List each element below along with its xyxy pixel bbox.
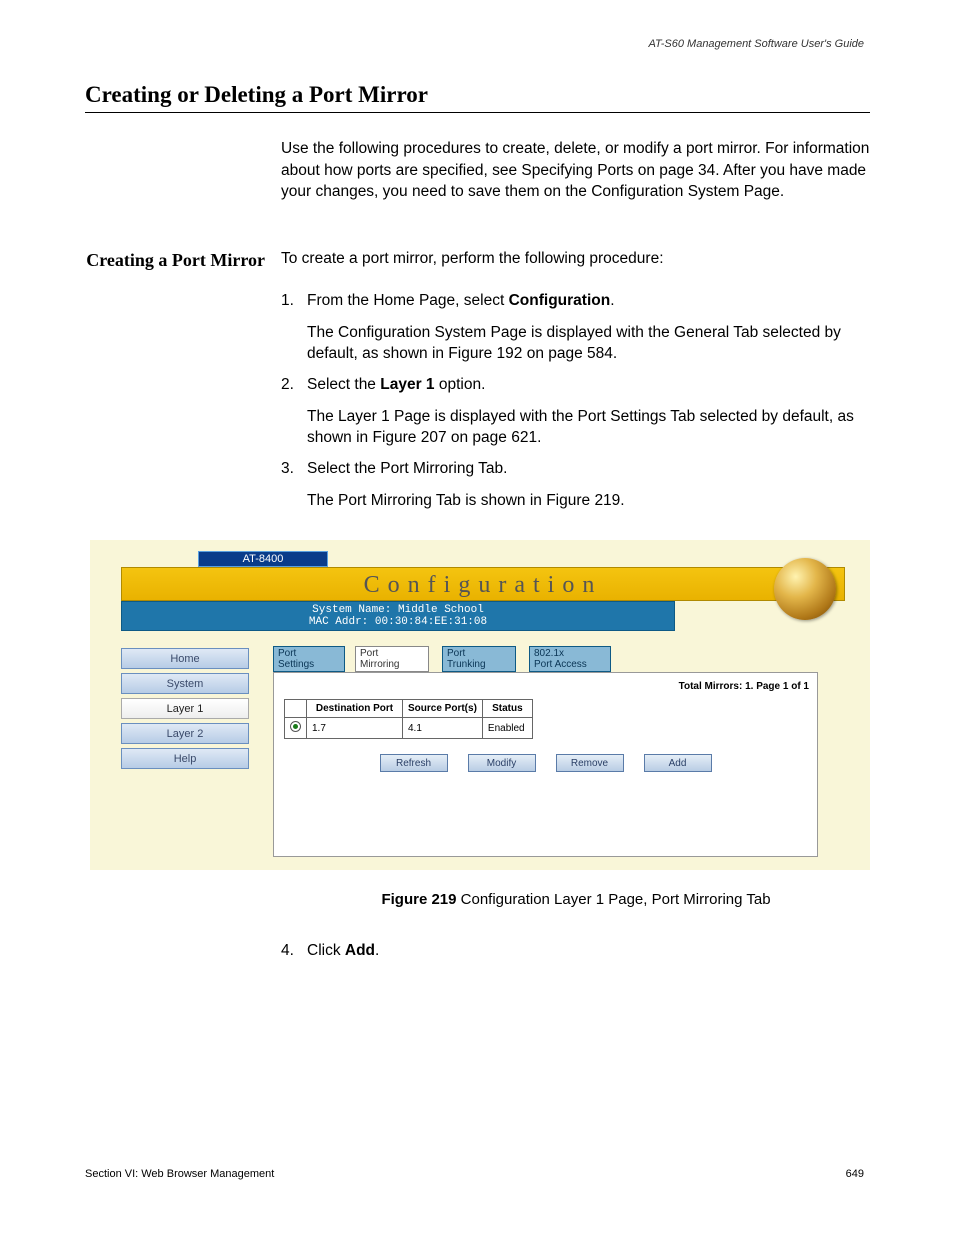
figure-caption: Figure 219 Configuration Layer 1 Page, P… bbox=[281, 891, 871, 908]
page-title: Configuration bbox=[364, 572, 603, 598]
tab-port-mirroring[interactable]: PortMirroring bbox=[355, 646, 429, 672]
footer-section: Section VI: Web Browser Management bbox=[85, 1168, 274, 1180]
tab-port-settings[interactable]: PortSettings bbox=[273, 646, 345, 672]
mac-address: MAC Addr: 00:30:84:EE:31:08 bbox=[122, 616, 674, 628]
add-button[interactable]: Add bbox=[644, 754, 712, 772]
row-source: 4.1 bbox=[403, 718, 483, 739]
figure-number: Figure 219 bbox=[381, 891, 456, 908]
tab-port-trunking[interactable]: PortTrunking bbox=[442, 646, 516, 672]
row-destination: 1.7 bbox=[307, 718, 403, 739]
step-number: 4. bbox=[281, 942, 294, 960]
step-followup: The Configuration System Page is display… bbox=[307, 322, 871, 365]
th-status: Status bbox=[482, 700, 532, 718]
row-radio-cell[interactable] bbox=[285, 718, 307, 739]
table-header-row: Destination Port Source Port(s) Status bbox=[285, 700, 533, 718]
system-info-bar: System Name: Middle School MAC Addr: 00:… bbox=[121, 601, 675, 631]
nav-help[interactable]: Help bbox=[121, 748, 249, 769]
mirror-totals: Total Mirrors: 1. Page 1 of 1 bbox=[679, 681, 809, 692]
step-bold: Configuration bbox=[509, 292, 611, 309]
nav-home[interactable]: Home bbox=[121, 648, 249, 669]
remove-button[interactable]: Remove bbox=[556, 754, 624, 772]
nav-layer2[interactable]: Layer 2 bbox=[121, 723, 249, 744]
page-title-bar: Configuration bbox=[121, 567, 845, 601]
th-source: Source Port(s) bbox=[403, 700, 483, 718]
step-4: 4. Click Add. bbox=[281, 942, 871, 960]
step-number: 3. bbox=[281, 458, 294, 480]
step-3: 3. Select the Port Mirroring Tab. The Po… bbox=[281, 458, 871, 511]
th-select bbox=[285, 700, 307, 718]
modify-button[interactable]: Modify bbox=[468, 754, 536, 772]
intro-paragraph: Use the following procedures to create, … bbox=[281, 138, 871, 203]
device-model-tab: AT-8400 bbox=[198, 551, 328, 567]
figure-219: AT-8400 Configuration System Name: Middl… bbox=[90, 540, 870, 870]
tabs-row: PortSettings PortMirroring PortTrunking … bbox=[273, 646, 818, 672]
th-destination: Destination Port bbox=[307, 700, 403, 718]
heading-rule bbox=[85, 112, 870, 113]
procedure-intro: To create a port mirror, perform the fol… bbox=[281, 248, 871, 270]
table-row: 1.7 4.1 Enabled bbox=[285, 718, 533, 739]
tab-8021x[interactable]: 802.1xPort Access bbox=[529, 646, 611, 672]
step-bold: Add bbox=[345, 942, 375, 959]
step-bold: Layer 1 bbox=[380, 376, 434, 393]
footer-page-number: 649 bbox=[846, 1168, 864, 1180]
mirror-table: Destination Port Source Port(s) Status 1… bbox=[284, 699, 533, 739]
step-text: Select the bbox=[307, 376, 380, 393]
step-text-tail: . bbox=[375, 942, 379, 959]
step-text-tail: . bbox=[610, 292, 614, 309]
globe-logo-icon bbox=[774, 558, 836, 620]
guide-title-header: AT-S60 Management Software User's Guide bbox=[649, 38, 864, 50]
side-navigation: Home System Layer 1 Layer 2 Help bbox=[121, 648, 249, 773]
step-text: From the Home Page, select bbox=[307, 292, 509, 309]
step-followup: The Port Mirroring Tab is shown in Figur… bbox=[307, 490, 871, 512]
nav-system[interactable]: System bbox=[121, 673, 249, 694]
button-row: Refresh Modify Remove Add bbox=[274, 753, 817, 772]
step-number: 1. bbox=[281, 290, 294, 312]
step-followup: The Layer 1 Page is displayed with the P… bbox=[307, 406, 871, 449]
step-text: Click bbox=[307, 942, 345, 959]
system-name: System Name: Middle School bbox=[122, 604, 674, 616]
figure-caption-text: Configuration Layer 1 Page, Port Mirrori… bbox=[456, 891, 770, 908]
step-text-tail: option. bbox=[435, 376, 486, 393]
subsection-heading: Creating a Port Mirror bbox=[85, 248, 265, 273]
step-1: 1. From the Home Page, select Configurat… bbox=[281, 290, 871, 365]
nav-layer1[interactable]: Layer 1 bbox=[121, 698, 249, 719]
refresh-button[interactable]: Refresh bbox=[380, 754, 448, 772]
section-heading: Creating or Deleting a Port Mirror bbox=[85, 82, 428, 108]
radio-selected-icon[interactable] bbox=[290, 721, 301, 732]
step-2: 2. Select the Layer 1 option. The Layer … bbox=[281, 374, 871, 449]
row-status: Enabled bbox=[482, 718, 532, 739]
step-text: Select the Port Mirroring Tab. bbox=[307, 458, 871, 480]
step-number: 2. bbox=[281, 374, 294, 396]
content-panel: Total Mirrors: 1. Page 1 of 1 Destinatio… bbox=[273, 672, 818, 857]
